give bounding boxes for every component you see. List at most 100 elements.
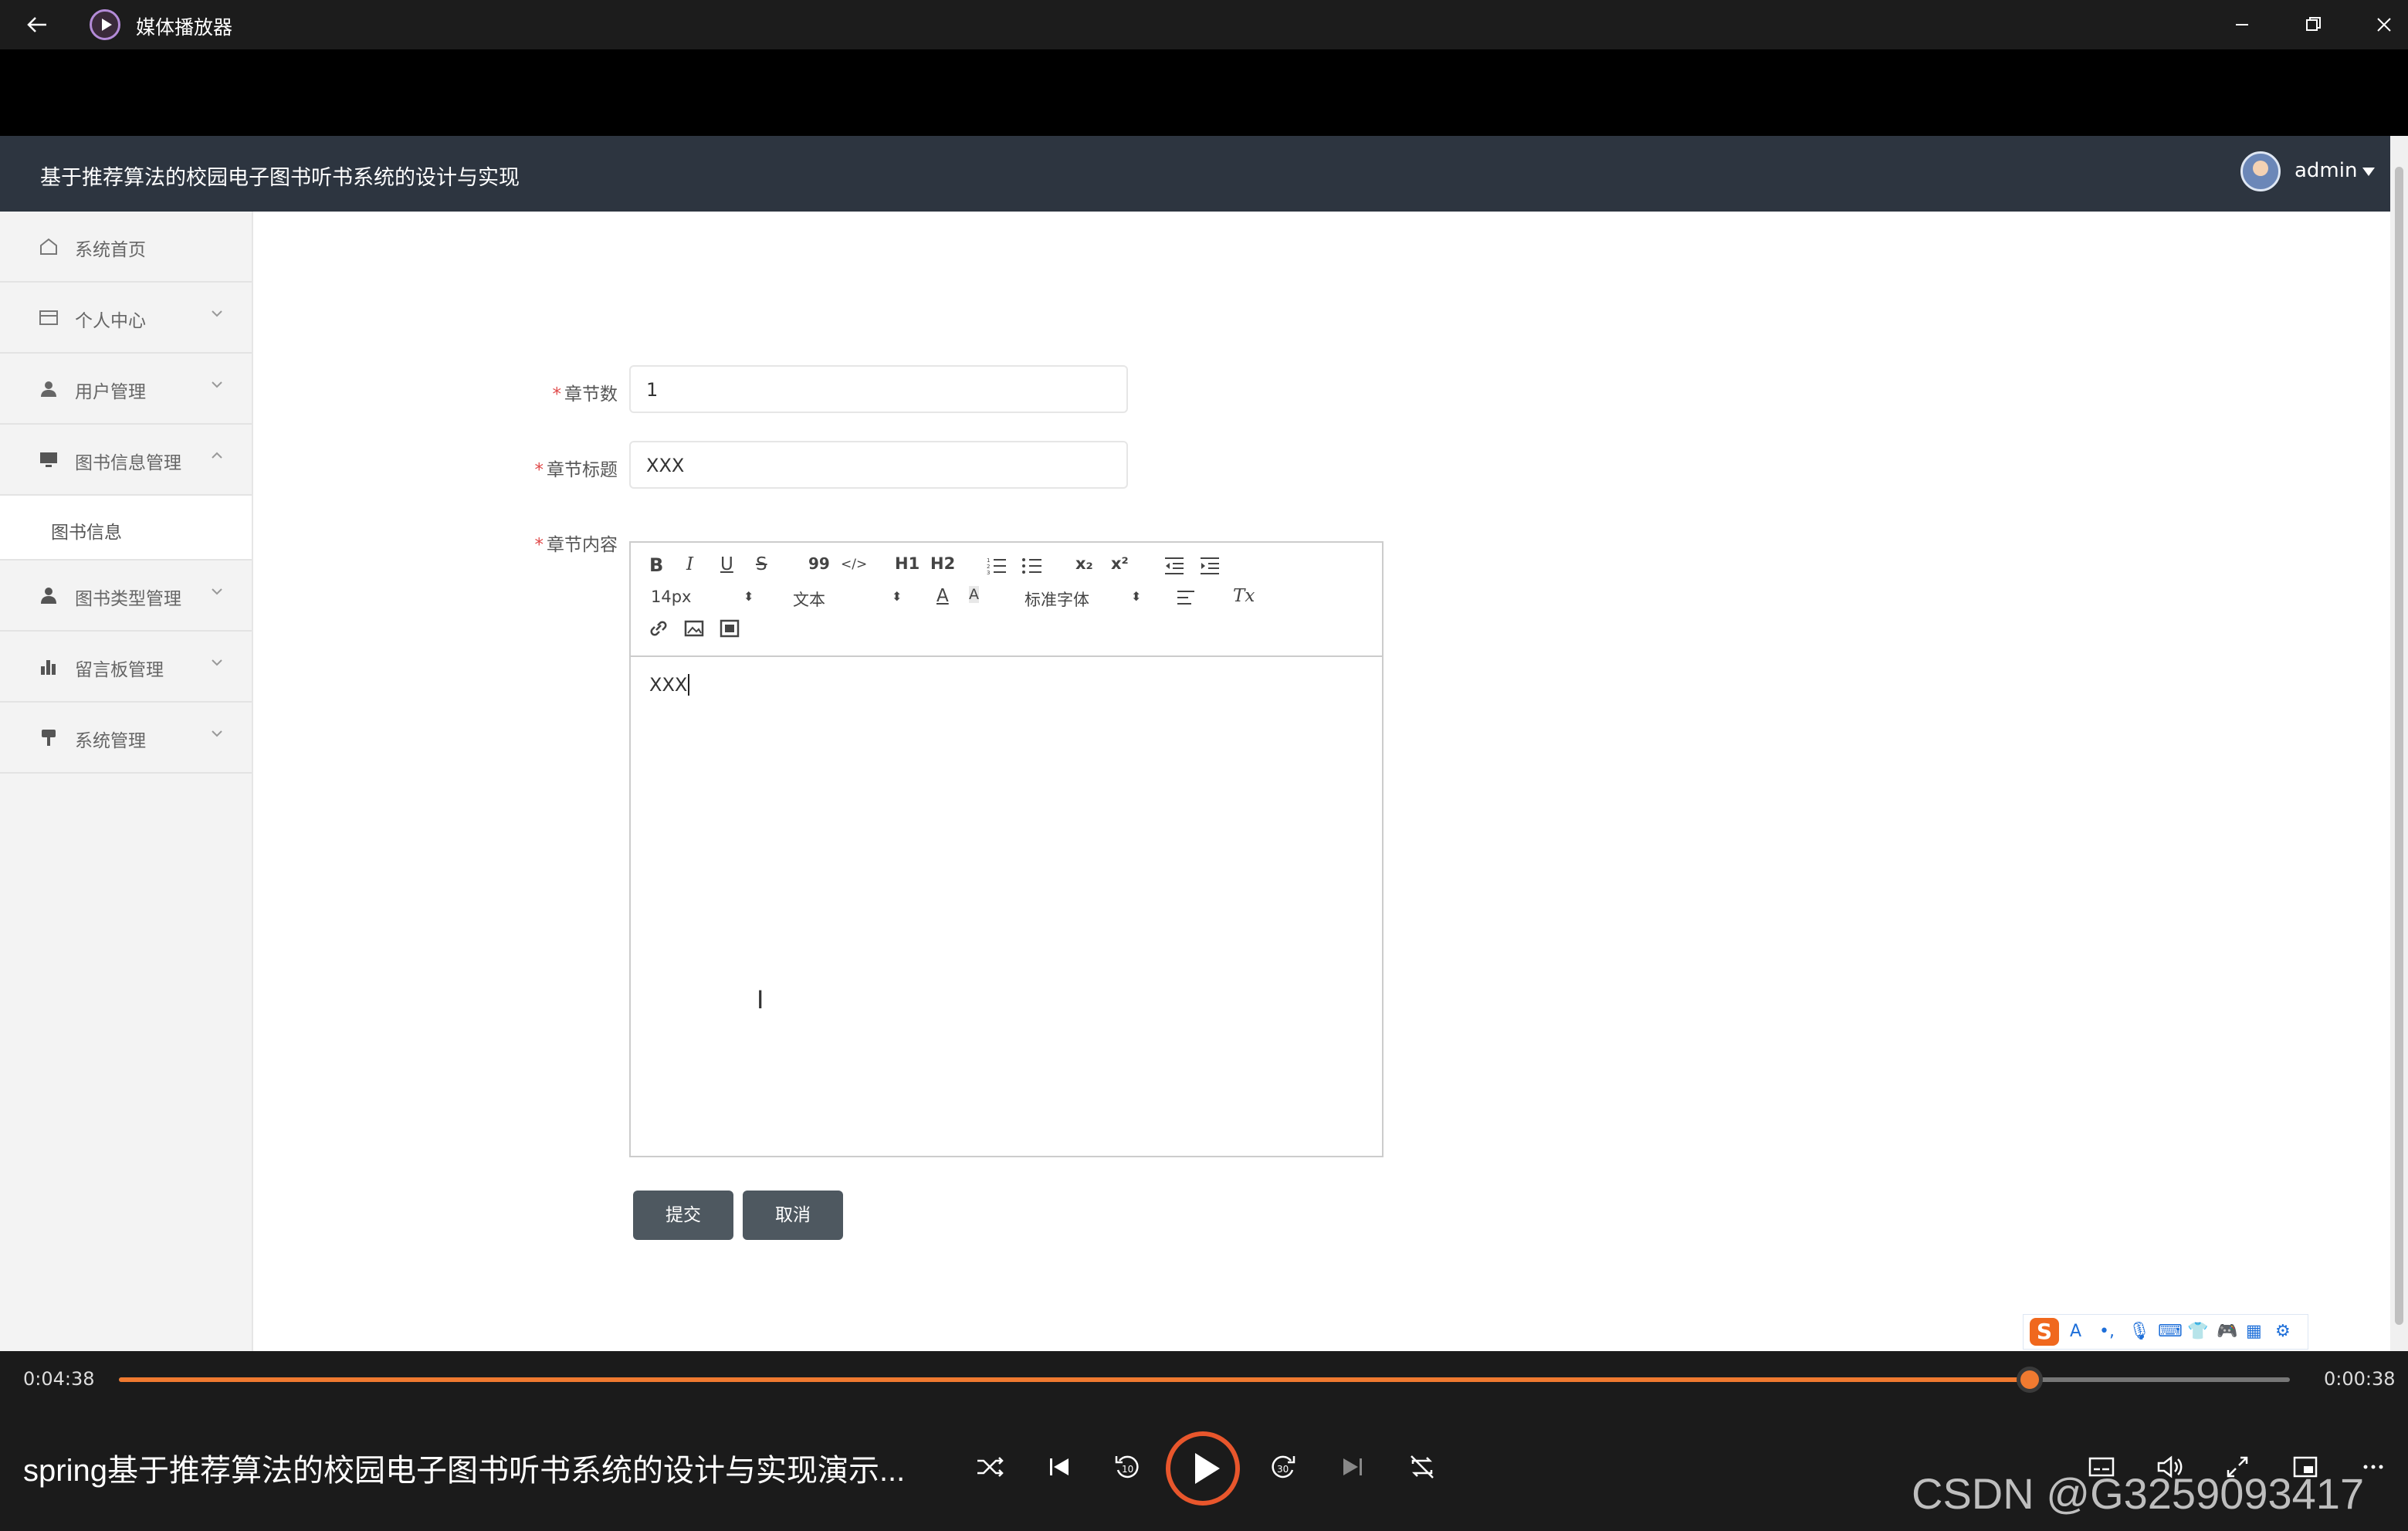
page-scrollbar[interactable] (2390, 136, 2408, 1351)
rich-text-editor[interactable]: B I U S 99 </> H1 H2 123 x₂ x² 14px ⬍ 文本 ⬍… (629, 541, 1383, 1157)
ime-keyboard-icon[interactable]: ⌨ (2158, 1322, 2183, 1341)
text-color-button[interactable]: A (936, 586, 949, 606)
chapter-title-input[interactable]: XXX (629, 441, 1128, 489)
block-format-select[interactable]: 文本 ⬍ (793, 588, 902, 611)
media-player-app-icon (90, 9, 120, 40)
back-arrow-icon[interactable] (23, 11, 51, 39)
ime-mode-icon[interactable]: A (2070, 1322, 2087, 1341)
rewind-10-icon[interactable]: 10 (1110, 1450, 1144, 1484)
submit-button[interactable]: 提交 (633, 1191, 733, 1240)
sidebar-item-book-type[interactable]: 图书类型管理 (0, 561, 252, 632)
seek-bar[interactable] (119, 1377, 2290, 1382)
elapsed-time: 0:04:38 (23, 1368, 95, 1390)
outdent-icon[interactable] (1163, 556, 1185, 576)
sidebar-item-system[interactable]: 系统管理 (0, 703, 252, 774)
font-family-select[interactable]: 标准字体 ⬍ (1025, 588, 1141, 611)
close-icon[interactable] (2367, 8, 2401, 42)
svg-text:3: 3 (987, 570, 990, 576)
username[interactable]: admin (2295, 159, 2357, 182)
next-icon[interactable] (1336, 1450, 1370, 1484)
superscript-button[interactable]: x² (1111, 554, 1129, 573)
seek-knob[interactable] (2016, 1367, 2043, 1393)
text-cursor-icon: I (757, 985, 764, 1014)
ime-voice-icon[interactable]: 🎙 (2129, 1322, 2150, 1341)
svg-text:1: 1 (987, 557, 990, 564)
indent-icon[interactable] (1199, 556, 1221, 576)
user-icon (41, 381, 56, 397)
ime-skin-icon[interactable]: 👕 (2187, 1322, 2208, 1341)
app-header: 基于推荐算法的校园电子图书听书系统的设计与实现 admin (0, 136, 2390, 212)
ime-game-icon[interactable]: 🎮 (2217, 1322, 2237, 1341)
font-size-select[interactable]: 14px ⬍ (651, 588, 754, 606)
ime-toolbar[interactable]: S A •, 🎙 ⌨ 👕 🎮 ▦ ⚙ (2023, 1314, 2308, 1350)
blockquote-button[interactable]: 99 (808, 554, 830, 573)
bar-chart-icon (41, 660, 56, 675)
chapter-number-input[interactable]: 1 (629, 365, 1128, 413)
forward-30-icon[interactable]: 30 (1266, 1450, 1300, 1484)
sidebar-item-profile[interactable]: 个人中心 (0, 283, 252, 354)
bullet-list-icon[interactable] (1021, 556, 1043, 576)
chevron-down-icon (212, 381, 222, 388)
repeat-off-icon[interactable] (1405, 1450, 1439, 1484)
web-page: 基于推荐算法的校园电子图书听书系统的设计与实现 admin 系统首页 个人中心 … (0, 136, 2390, 1351)
chapter-number-label: * 章节数 (552, 384, 618, 405)
sidebar-item-book-info[interactable]: 图书信息管理 (0, 425, 252, 496)
seek-bar-fill (119, 1377, 2030, 1382)
app-title: 基于推荐算法的校园电子图书听书系统的设计与实现 (40, 166, 520, 190)
svg-text:30: 30 (1277, 1464, 1289, 1475)
cancel-button[interactable]: 取消 (743, 1191, 843, 1240)
ime-settings-icon[interactable]: ⚙ (2275, 1322, 2292, 1341)
sidebar-item-home[interactable]: 系统首页 (0, 212, 252, 283)
minimize-icon[interactable] (2225, 8, 2259, 42)
image-icon[interactable] (683, 618, 705, 638)
video-icon[interactable] (719, 618, 740, 638)
previous-icon[interactable] (1042, 1450, 1076, 1484)
sidebar-subitem-book-info[interactable]: 图书信息 (0, 496, 252, 561)
scrollbar-thumb[interactable] (2395, 167, 2403, 1325)
sidebar-item-users[interactable]: 用户管理 (0, 354, 252, 425)
shuffle-icon[interactable] (973, 1450, 1007, 1484)
user-menu-caret-icon[interactable] (2362, 168, 2375, 176)
heading1-button[interactable]: H1 (895, 554, 920, 573)
link-icon[interactable] (648, 618, 669, 638)
ime-punctuation-icon[interactable]: •, (2099, 1322, 2116, 1341)
window-title: 媒体播放器 (136, 16, 233, 39)
svg-text:10: 10 (1122, 1464, 1133, 1475)
player-controls: 0:04:38 0:00:38 spring基于推荐算法的校园电子图书听书系统的… (0, 1351, 2408, 1531)
chevron-down-icon (212, 310, 222, 317)
sogou-logo-icon: S (2030, 1318, 2059, 1346)
sidebar-item-messages[interactable]: 留言板管理 (0, 632, 252, 703)
chevron-down-icon (212, 730, 222, 737)
sidebar-item-label: 系统首页 (75, 240, 146, 260)
underline-button[interactable]: U (720, 554, 733, 574)
heading2-button[interactable]: H2 (930, 554, 955, 573)
ordered-list-icon[interactable]: 123 (986, 556, 1008, 576)
avatar[interactable] (2240, 151, 2281, 191)
strikethrough-button[interactable]: S (756, 554, 767, 574)
italic-button[interactable]: I (686, 554, 693, 574)
clear-format-button[interactable]: Tx (1233, 586, 1255, 606)
home-icon (40, 238, 57, 255)
align-icon[interactable] (1176, 589, 1196, 606)
subscript-button[interactable]: x₂ (1075, 554, 1093, 573)
sidebar: 系统首页 个人中心 用户管理 图书信息管理 图书信息 图书类型管理 留言板管理 (0, 212, 253, 1351)
remaining-time: 0:00:38 (2324, 1368, 2396, 1390)
editor-content[interactable]: XXX (649, 674, 690, 696)
ime-toolbox-icon[interactable]: ▦ (2246, 1322, 2263, 1341)
sidebar-item-label: 系统管理 (75, 731, 146, 751)
sidebar-subitem-label: 图书信息 (51, 523, 122, 543)
restore-icon[interactable] (2296, 8, 2330, 42)
editor-toolbar: B I U S 99 </> H1 H2 123 x₂ x² 14px ⬍ 文本 ⬍… (631, 543, 1382, 657)
chevron-down-icon (212, 588, 222, 595)
chevron-down-icon (212, 659, 222, 666)
background-color-button[interactable]: A (969, 586, 979, 603)
card-icon (39, 310, 58, 325)
code-block-button[interactable]: </> (841, 557, 867, 572)
play-button[interactable] (1166, 1431, 1240, 1506)
chapter-title-label: * 章节标题 (534, 460, 618, 480)
bold-button[interactable]: B (649, 554, 663, 576)
chapter-content-label: * 章节内容 (534, 535, 618, 555)
sidebar-item-label: 图书信息管理 (75, 453, 181, 473)
svg-text:2: 2 (987, 564, 990, 570)
person-icon (41, 588, 56, 604)
